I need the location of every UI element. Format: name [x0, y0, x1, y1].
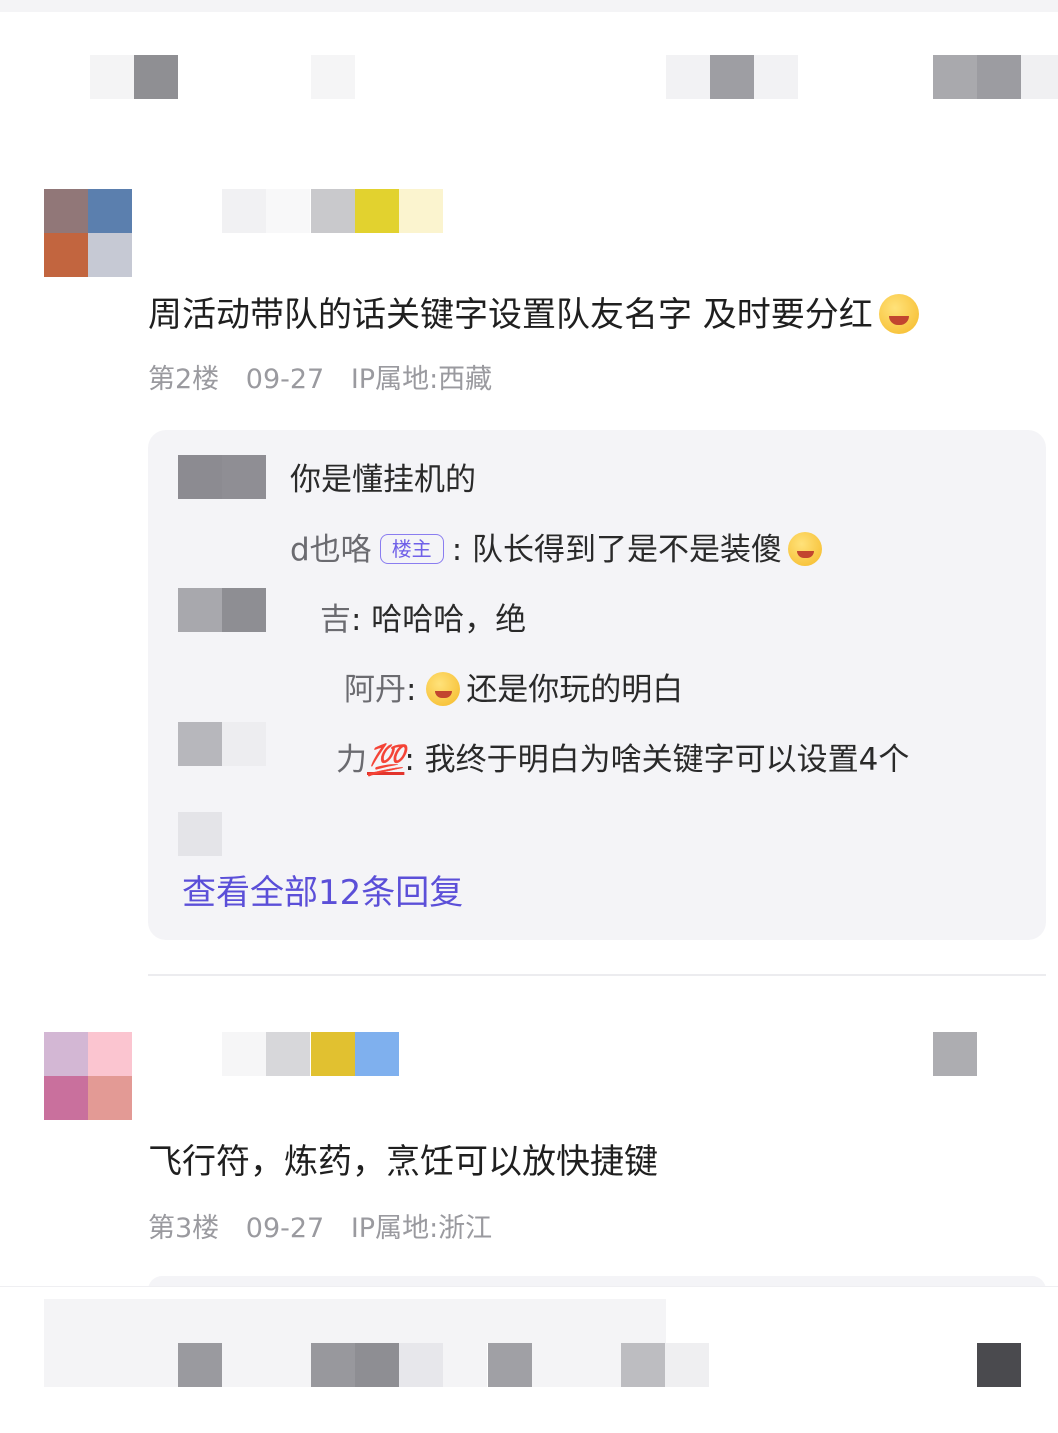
reply-author[interactable]: 阿丹: [344, 672, 406, 708]
reply-author[interactable]: d也咯: [290, 532, 372, 568]
view-all-replies-link[interactable]: 查看全部12条回复: [182, 872, 463, 914]
avatar[interactable]: [44, 1032, 132, 1120]
ip-location: IP属地:西藏: [350, 364, 493, 395]
comment-date: 09-27: [245, 364, 325, 395]
divider: [148, 974, 1046, 976]
reply-item[interactable]: 吉: 哈哈哈，绝: [320, 600, 526, 640]
laughing-emoji: [878, 294, 919, 334]
comment-meta: 第2楼 09-27 IP属地:西藏: [148, 364, 510, 396]
comment-text: 飞行符，炼药，烹饪可以放快捷键: [148, 1142, 658, 1182]
floor-number: 第2楼: [148, 364, 220, 395]
reply-item[interactable]: d也咯 楼主: 队长得到了是不是装傻: [290, 530, 822, 570]
ip-location: IP属地:浙江: [350, 1213, 493, 1244]
laughing-emoji: [426, 672, 461, 706]
reply-item[interactable]: 阿丹: 还是你玩的明白: [344, 670, 683, 710]
reply-item[interactable]: 力💯: 我终于明白为啥关键字可以设置4个: [336, 740, 909, 781]
top-strip: [0, 0, 1058, 12]
more-icon[interactable]: [977, 1343, 1021, 1387]
comment-date: 09-27: [245, 1213, 325, 1244]
comment-meta: 第3楼 09-27 IP属地:浙江: [148, 1213, 510, 1245]
reply-item[interactable]: 你是懂挂机的: [290, 460, 476, 500]
hundred-points-icon: 💯: [367, 743, 405, 778]
avatar[interactable]: [44, 189, 132, 277]
floor-number: 第3楼: [148, 1213, 220, 1244]
host-badge: 楼主: [379, 534, 444, 564]
reply-author[interactable]: 力: [336, 742, 367, 778]
hand-over-mouth-emoji: [788, 532, 822, 566]
reply-author[interactable]: 吉: [320, 602, 351, 638]
comment-text: 周活动带队的话关键字设置队友名字 及时要分红: [148, 294, 919, 335]
